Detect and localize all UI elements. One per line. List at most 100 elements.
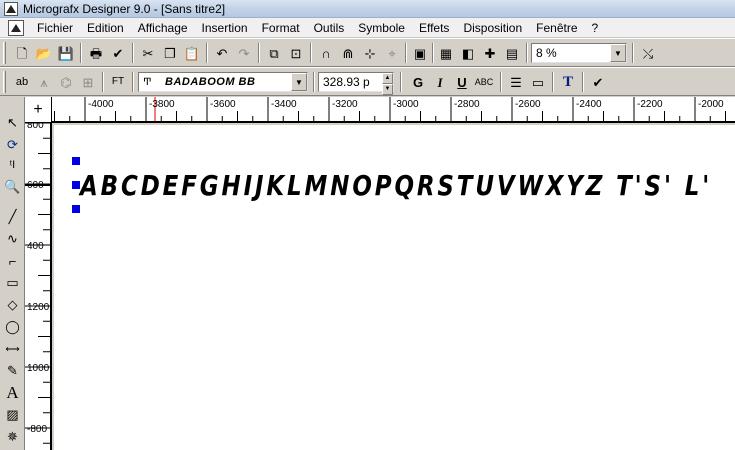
connector-tool-icon[interactable]: ⌐ [2, 251, 23, 271]
fill-tool-icon[interactable]: ▨ [2, 405, 23, 425]
fill-color-icon[interactable]: ▣ [410, 44, 430, 62]
ruler-label: -2200 [637, 99, 663, 110]
cut-icon[interactable]: ✂ [138, 44, 158, 62]
help-pointer-icon[interactable]: ⤯ [638, 44, 658, 62]
title-bar: Micrografx Designer 9.0 - [Sans titre2] [0, 0, 735, 18]
toolbar-separator [132, 72, 134, 92]
curve-tool-icon[interactable]: ∿ [2, 229, 23, 249]
new-icon[interactable]: 🗋 [12, 44, 32, 62]
menu-symbole[interactable]: Symbole [351, 18, 412, 38]
menu-insertion[interactable]: Insertion [195, 18, 255, 38]
combine-icon[interactable]: ⊡ [286, 44, 306, 62]
toolbar-separator [552, 72, 554, 92]
toolbar-separator [405, 43, 407, 63]
zoom-select[interactable]: 8 % ▼ [531, 43, 627, 63]
standard-toolbar: 🗋 📂 💾 🖶 ✔ ✂ ❐ 📋 ↶ ↷ ⧉ ⊡ ∩ ⋒ ⊹ ⌖ ▣ ▦ ◧ ✚ … [0, 38, 735, 67]
underline-button[interactable]: U [452, 73, 472, 91]
font-effects-icon[interactable]: FT [108, 73, 128, 91]
toolbar-grip[interactable] [3, 71, 6, 93]
font-select[interactable]: Ͳ BADABOOM BB ▼ [138, 72, 308, 92]
text-tool-button[interactable]: T [558, 73, 578, 91]
grid-icon[interactable]: ▦ [436, 44, 456, 62]
snap-magnet-icon[interactable]: ⋒ [338, 44, 358, 62]
node-icon[interactable]: ⌖ [382, 44, 402, 62]
magnet-icon[interactable]: ∩ [316, 44, 336, 62]
toolbar-separator [206, 43, 208, 63]
text-block-icon[interactable]: ⊞ [78, 73, 98, 91]
ruler-origin[interactable]: + [25, 97, 52, 123]
vertical-ruler[interactable]: 800 600 400 1200 1000 -800 [25, 123, 52, 450]
toolbar-grip[interactable] [3, 42, 6, 64]
chevron-down-icon[interactable]: ▼ [610, 44, 626, 62]
text-style-icon[interactable]: ab [12, 73, 32, 91]
menu-fenetre[interactable]: Fenêtre [529, 18, 584, 38]
font-size-input[interactable]: 328.93 p ▲ ▼ [318, 72, 394, 95]
text-fit-icon[interactable]: ⩚ [34, 73, 54, 91]
ruler-icon[interactable]: ▤ [502, 44, 522, 62]
selection-handle[interactable] [72, 205, 80, 213]
menu-affichage[interactable]: Affichage [131, 18, 195, 38]
app-logo-icon[interactable] [4, 1, 18, 16]
chevron-up-icon[interactable]: ▲ [382, 73, 393, 84]
menu-fichier[interactable]: Fichier [30, 18, 80, 38]
menu-effets[interactable]: Effets [412, 18, 456, 38]
smallcaps-button[interactable]: ABC [474, 73, 494, 91]
effects-tool-icon[interactable]: ✵ [2, 427, 23, 447]
redo-icon[interactable]: ↷ [234, 44, 254, 62]
copy-icon[interactable]: ❐ [160, 44, 180, 62]
line-spacing-icon[interactable]: ▭ [528, 73, 548, 91]
pen-tool-icon[interactable]: ✎ [2, 361, 23, 381]
layers-icon[interactable]: ◧ [458, 44, 478, 62]
dimension-tool-icon[interactable]: ⟷ [2, 339, 23, 359]
drawing-canvas[interactable]: ABCDEFGHIJKLMNOPQRSTUVWXYZ T'S' L' [54, 125, 735, 450]
connect-icon[interactable]: ⊹ [360, 44, 380, 62]
italic-button[interactable]: I [430, 73, 450, 91]
font-size-stepper[interactable]: ▲ ▼ [382, 73, 393, 95]
chevron-down-icon[interactable]: ▼ [382, 84, 393, 95]
line-tool-icon[interactable]: ╱ [2, 207, 23, 227]
menu-disposition[interactable]: Disposition [456, 18, 529, 38]
horizontal-ruler[interactable]: -4000 -3800 -3600 -3400 -3200 -3000 -280… [52, 97, 735, 123]
zoom-icon[interactable]: 🔍 [2, 177, 23, 197]
vertical-ruler-ticks [25, 123, 50, 444]
align-left-icon[interactable]: ☰ [506, 73, 526, 91]
text-frame-icon[interactable]: ⌬ [56, 73, 76, 91]
rotate-icon[interactable]: ⟳ [2, 135, 23, 155]
menu-bar: Fichier Edition Affichage Insertion Form… [0, 18, 735, 38]
ruler-label: -3600 [210, 99, 236, 110]
undo-icon[interactable]: ↶ [212, 44, 232, 62]
selection-handle[interactable] [72, 157, 80, 165]
ruler-label: 600 [27, 180, 44, 191]
chevron-down-icon[interactable]: ▼ [291, 73, 307, 91]
save-icon[interactable]: 💾 [56, 44, 76, 62]
bold-button[interactable]: G [408, 73, 428, 91]
rectangle-tool-icon[interactable]: ▭ [2, 273, 23, 293]
ruler-label: 400 [27, 241, 44, 252]
menu-edition[interactable]: Edition [80, 18, 131, 38]
open-icon[interactable]: 📂 [34, 44, 54, 62]
spellcheck-icon[interactable]: ✔ [108, 44, 128, 62]
spellcheck-icon[interactable]: ✔ [588, 73, 608, 91]
text-object[interactable]: ABCDEFGHIJKLMNOPQRSTUVWXYZ T'S' L' [80, 169, 712, 202]
menu-help[interactable]: ? [585, 18, 606, 38]
selection-handle[interactable] [72, 181, 80, 189]
truetype-icon: Ͳ [143, 76, 152, 88]
shapes-tool-icon[interactable]: ◇ [2, 295, 23, 315]
ruler-label: -3400 [271, 99, 297, 110]
toolbar-separator [526, 43, 528, 63]
text-tool[interactable]: A [2, 383, 23, 403]
menu-outils[interactable]: Outils [307, 18, 352, 38]
group-icon[interactable]: ⧉ [264, 44, 284, 62]
ruler-label: 1200 [27, 302, 50, 313]
document-icon[interactable] [8, 19, 24, 36]
text-cursor-icon[interactable]: ᵗI [2, 155, 23, 175]
ruler-label: -2800 [454, 99, 480, 110]
select-arrow-icon[interactable]: ↖ [2, 113, 23, 133]
ellipse-tool-icon[interactable]: ◯ [2, 317, 23, 337]
menu-format[interactable]: Format [255, 18, 307, 38]
ruler-label: -2000 [698, 99, 724, 110]
print-icon[interactable]: 🖶 [86, 44, 106, 62]
toolbar-separator [102, 72, 104, 92]
add-symbol-icon[interactable]: ✚ [480, 44, 500, 62]
paste-icon[interactable]: 📋 [182, 44, 202, 62]
